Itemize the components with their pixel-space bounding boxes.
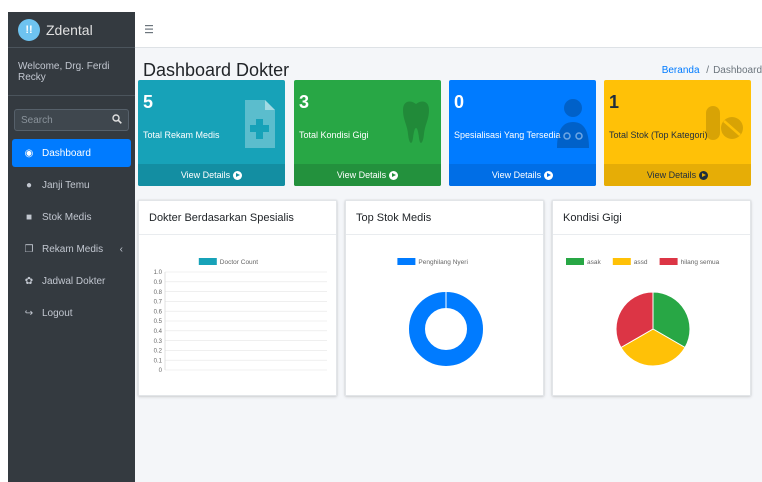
breadcrumb-home-link[interactable]: Beranda [662, 65, 700, 76]
brand-link[interactable]: !! Zdental [8, 12, 135, 48]
legend-swatch [397, 258, 416, 265]
sidebar-item-label: Dashboard [42, 147, 91, 159]
sidebar-search-input[interactable]: Search [14, 109, 129, 131]
legend-label: hilang semua [681, 259, 720, 266]
stat-label: Total Rekam Medis [143, 130, 220, 140]
hamburger-icon[interactable] [145, 22, 155, 37]
legend-label: Doctor Count [220, 259, 258, 266]
y-tick-label: 0.5 [154, 319, 163, 325]
view-details-label: View Details [491, 170, 542, 180]
y-tick-label: 0.7 [154, 300, 163, 306]
sidebar-item-dashboard[interactable]: ◉ Dashboard [12, 139, 131, 167]
stock-doughnut-chart: Penghilang Nyeri [397, 258, 483, 366]
stat-label: Total Kondisi Gigi [299, 130, 369, 140]
sidebar-item-label: Logout [42, 307, 73, 319]
y-tick-label: 0.4 [154, 329, 163, 335]
breadcrumb: Beranda / Dashboard [662, 65, 762, 76]
pills-icon [706, 106, 743, 140]
stat-boxes: 5 Total Rekam Medis View Details 3 Total… [138, 80, 754, 186]
stat-value: 0 [454, 92, 465, 112]
stat-value: 3 [299, 92, 310, 112]
sidebar-item-jadwal-dokter[interactable]: ✿ Jadwal Dokter [12, 267, 131, 295]
copy-icon: ❐ [24, 243, 34, 255]
file-medical-icon [245, 100, 275, 148]
doughnut-slice [409, 292, 483, 366]
card-title: Top Stok Medis [346, 201, 543, 235]
chevron-left-icon[interactable]: ‹ [120, 244, 123, 255]
sidebar-item-janji-temu[interactable]: ● Janji Temu [12, 171, 131, 199]
card-title: Kondisi Gigi [553, 201, 750, 235]
sign-out-icon: ↪ [24, 307, 34, 319]
sidebar-item-rekam-medis[interactable]: ❐ Rekam Medis ‹ [12, 235, 131, 263]
legend-swatch [566, 258, 584, 265]
stat-box-spesialisasi: 0 Spesialisasi Yang Tersedia View Detail… [449, 80, 596, 186]
y-tick-label: 0.6 [154, 309, 163, 315]
stat-value: 5 [143, 92, 154, 112]
stat-value: 1 [609, 92, 620, 112]
y-tick-label: 1.0 [154, 270, 163, 276]
legend-swatch [198, 258, 217, 265]
dashboard-icon: ◉ [24, 147, 34, 159]
y-tick-label: 0.1 [154, 358, 163, 364]
specialist-bar-chart: Doctor Count 1.0 0.9 0.8 0.7 0.6 0.5 0.4 0.3 0.2 0… [154, 258, 327, 374]
sidebar: !! Zdental Welcome, Drg. Ferdi Recky Sea… [8, 12, 135, 482]
view-details-label: View Details [646, 170, 697, 180]
tooth-icon [403, 101, 429, 143]
y-tick-label: 0.8 [154, 290, 163, 296]
user-md-icon [557, 99, 589, 148]
arrow-circle-right-icon [544, 170, 554, 180]
cog-icon: ✿ [24, 275, 34, 287]
search-placeholder: Search [21, 114, 53, 126]
breadcrumb-separator: / [706, 64, 710, 76]
legend-swatch [612, 258, 631, 265]
teeth-pie-chart: asak assd hilang semua [566, 258, 720, 367]
arrow-circle-right-icon [233, 170, 243, 180]
card-teeth-chart: Kondisi Gigi asak assd hilang semua [552, 200, 751, 396]
y-tick-label: 0.9 [154, 280, 163, 286]
stat-label: Spesialisasi Yang Tersedia [454, 130, 561, 140]
stat-box-kondisi-gigi: 3 Total Kondisi Gigi View Details [294, 80, 441, 186]
briefcase-icon: ■ [25, 211, 33, 223]
sidebar-item-label: Rekam Medis [42, 243, 104, 255]
view-details-link[interactable]: View Details [294, 164, 441, 186]
stat-label: Total Stok (Top Kategori) [609, 130, 708, 140]
y-tick-label: 0 [159, 368, 163, 374]
view-details-link[interactable]: View Details [449, 164, 596, 186]
comment-icon: ● [25, 179, 33, 191]
card-specialist-chart: Dokter Berdasarkan Spesialis Doctor Coun… [138, 200, 337, 396]
welcome-text: Welcome, Drg. Ferdi Recky [8, 48, 135, 96]
view-details-label: View Details [336, 170, 387, 180]
page-title: Dashboard Dokter [143, 59, 290, 80]
view-details-link[interactable]: View Details [138, 164, 285, 186]
sidebar-nav: ◉ Dashboard ● Janji Temu ■ Stok Medis ❐ … [8, 139, 135, 327]
search-icon[interactable] [112, 113, 122, 127]
legend-swatch [659, 258, 678, 265]
sidebar-item-label: Stok Medis [42, 211, 92, 223]
card-stock-chart: Top Stok Medis Penghilang Nyeri [345, 200, 544, 396]
sidebar-item-label: Jadwal Dokter [42, 275, 106, 287]
view-details-link[interactable]: View Details [604, 164, 751, 186]
card-title: Dokter Berdasarkan Spesialis [139, 201, 336, 235]
sidebar-item-logout[interactable]: ↪ Logout [12, 299, 131, 327]
breadcrumb-current: Dashboard [713, 64, 762, 76]
arrow-circle-right-icon [389, 170, 399, 180]
top-navbar [135, 12, 762, 48]
legend-label: asak [587, 259, 601, 266]
y-tick-label: 0.3 [154, 339, 163, 345]
sidebar-item-label: Janji Temu [42, 179, 90, 191]
stat-box-stok: 1 Total Stok (Top Kategori) View Details [604, 80, 751, 186]
legend-label: assd [634, 259, 648, 266]
brand-logo: !! [18, 18, 40, 41]
legend-label: Penghilang Nyeri [418, 259, 468, 266]
stat-box-rekam-medis: 5 Total Rekam Medis View Details [138, 80, 285, 186]
sidebar-item-stok-medis[interactable]: ■ Stok Medis [12, 203, 131, 231]
view-details-label: View Details [180, 170, 231, 180]
y-tick-label: 0.2 [154, 349, 163, 355]
arrow-circle-right-icon [699, 170, 709, 180]
brand-name: Zdental [46, 21, 93, 38]
